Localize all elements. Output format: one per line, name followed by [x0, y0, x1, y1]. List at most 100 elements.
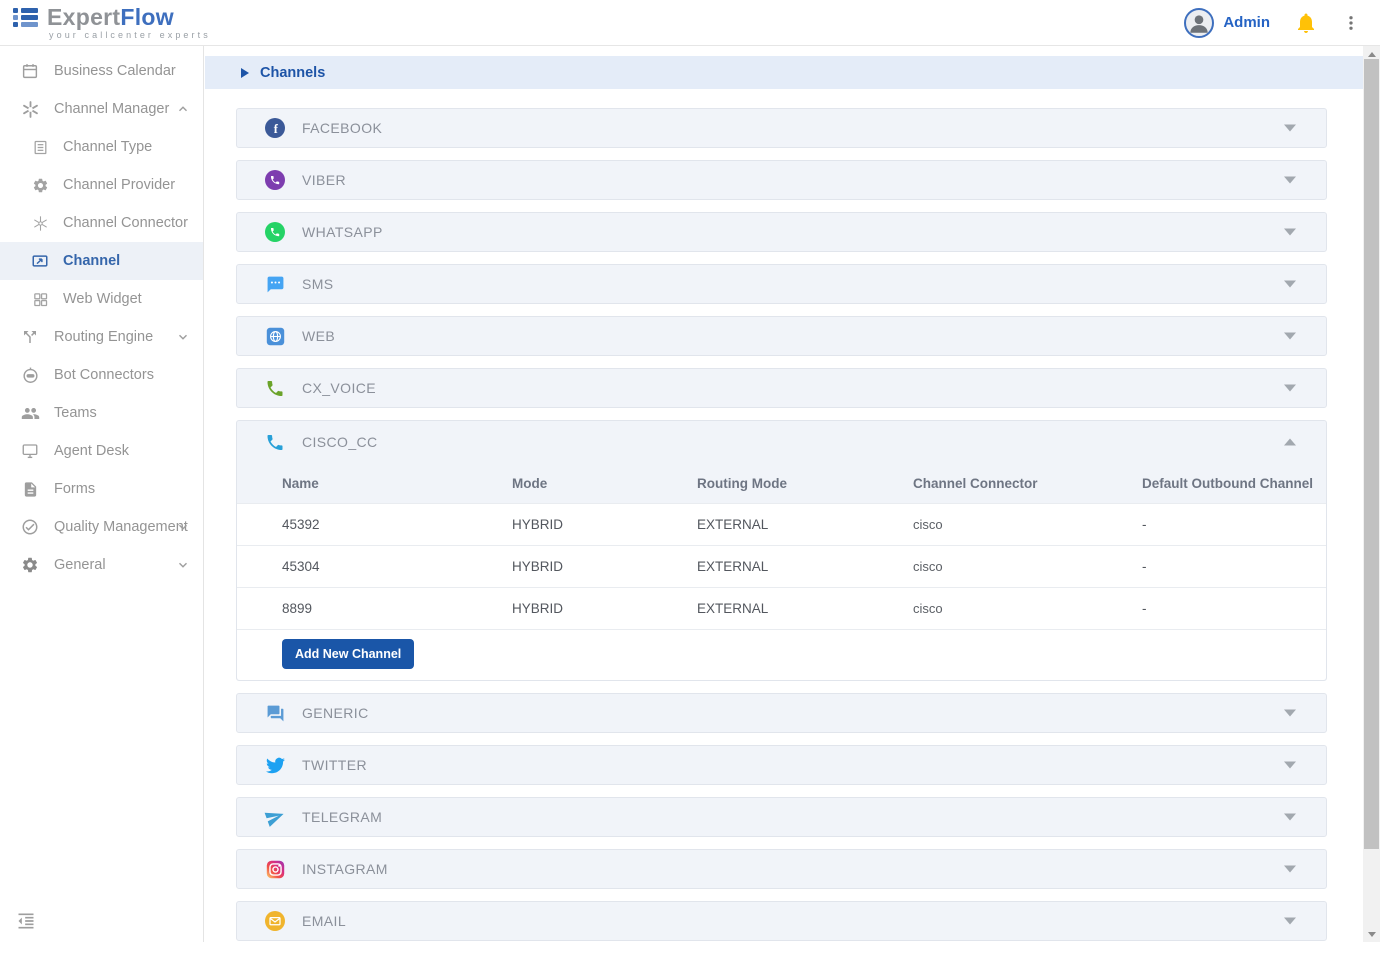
monitor-icon — [20, 441, 40, 461]
sidebar-item-teams[interactable]: Teams — [0, 394, 203, 432]
channel-panel-telegram-header[interactable]: TELEGRAM — [237, 798, 1326, 836]
sidebar-item-channel-type[interactable]: Channel Type — [0, 128, 203, 166]
channel-panel-whatsapp: WHATSAPP — [236, 212, 1327, 252]
sidebar-item-label: Teams — [54, 405, 97, 421]
channel-panel-email-header[interactable]: EMAIL — [237, 902, 1326, 940]
table-row[interactable]: 45392 HYBRID EXTERNAL cisco - — [237, 503, 1326, 545]
sidebar-item-label: Channel Manager — [54, 101, 169, 117]
chevron-down-icon[interactable] — [1284, 866, 1296, 873]
channel-panel-web-header[interactable]: WEB — [237, 317, 1326, 355]
kebab-menu-icon[interactable] — [1342, 13, 1360, 33]
chevron-down-icon[interactable] — [1284, 125, 1296, 132]
channel-panel-cisco-cc-header[interactable]: CISCO_CC — [237, 421, 1326, 463]
sidebar-item-general[interactable]: General — [0, 546, 203, 584]
channel-panel-sms: SMS — [236, 264, 1327, 304]
chevron-down-icon[interactable] — [176, 330, 190, 344]
chat-bubbles-icon — [265, 703, 285, 723]
web-globe-icon — [265, 326, 285, 346]
cell-name: 45304 — [282, 559, 512, 574]
main-content: Channels f FACEBOOK VIBER — [205, 46, 1363, 953]
vertical-scrollbar[interactable] — [1363, 46, 1380, 942]
channel-panel-cx-voice-header[interactable]: CX_VOICE — [237, 369, 1326, 407]
sidebar-item-business-calendar[interactable]: Business Calendar — [0, 52, 203, 90]
channel-manager-icon — [20, 99, 40, 119]
sidebar-item-channel-connector[interactable]: Channel Connector — [0, 204, 203, 242]
sidebar-item-channel[interactable]: Channel — [0, 242, 203, 280]
table-row[interactable]: 8899 HYBRID EXTERNAL cisco - — [237, 587, 1326, 629]
add-new-channel-button[interactable]: Add New Channel — [282, 639, 414, 669]
cell-name: 45392 — [282, 517, 512, 532]
brand-name: ExpertFlow — [47, 5, 211, 29]
channel-panel-facebook-header[interactable]: f FACEBOOK — [237, 109, 1326, 147]
cell-routing-mode: EXTERNAL — [697, 559, 913, 574]
sidebar-item-channel-manager[interactable]: Channel Manager — [0, 90, 203, 128]
notifications-bell-icon[interactable] — [1294, 11, 1318, 35]
people-icon — [20, 403, 40, 423]
cell-channel-connector: cisco — [913, 517, 1142, 532]
chevron-down-icon[interactable] — [1284, 385, 1296, 392]
sidebar-item-label: Forms — [54, 481, 95, 497]
expertflow-logo: ExpertFlow your callcenter experts — [12, 5, 211, 40]
channel-panel-generic-header[interactable]: GENERIC — [237, 694, 1326, 732]
channel-panel-label: INSTAGRAM — [302, 861, 388, 877]
section-arrow-icon — [241, 68, 249, 78]
channel-panel-label: WEB — [302, 328, 335, 344]
chevron-down-icon[interactable] — [1284, 814, 1296, 821]
channel-panel-viber-header[interactable]: VIBER — [237, 161, 1326, 199]
chevron-down-icon[interactable] — [1284, 333, 1296, 340]
sidebar-item-label: Business Calendar — [54, 63, 176, 79]
chevron-down-icon[interactable] — [176, 520, 190, 534]
sidebar-item-label: Bot Connectors — [54, 367, 154, 383]
sidebar-item-quality-management[interactable]: Quality Management — [0, 508, 203, 546]
channel-panel-whatsapp-header[interactable]: WHATSAPP — [237, 213, 1326, 251]
table-row[interactable]: 45304 HYBRID EXTERNAL cisco - — [237, 545, 1326, 587]
chevron-up-icon[interactable] — [1284, 439, 1296, 446]
sidebar-item-agent-desk[interactable]: Agent Desk — [0, 432, 203, 470]
gear-icon — [20, 555, 40, 575]
widgets-icon — [30, 289, 50, 309]
channel-panel-label: CISCO_CC — [302, 434, 378, 450]
route-split-icon — [20, 327, 40, 347]
chevron-down-icon[interactable] — [1284, 762, 1296, 769]
calendar-icon — [20, 61, 40, 81]
column-header-routing-mode: Routing Mode — [697, 476, 913, 491]
scrollbar-thumb[interactable] — [1364, 59, 1379, 849]
scroll-down-arrow-icon[interactable] — [1363, 926, 1380, 942]
sidebar-item-routing-engine[interactable]: Routing Engine — [0, 318, 203, 356]
whatsapp-icon — [265, 222, 285, 242]
email-icon — [265, 911, 285, 931]
chevron-down-icon[interactable] — [1284, 918, 1296, 925]
chevron-down-icon[interactable] — [176, 558, 190, 572]
channel-panel-twitter-header[interactable]: TWITTER — [237, 746, 1326, 784]
sidebar-item-forms[interactable]: Forms — [0, 470, 203, 508]
sidebar-item-bot-connectors[interactable]: Bot Connectors — [0, 356, 203, 394]
cell-default-outbound-channel: - — [1142, 517, 1326, 532]
column-header-mode: Mode — [512, 476, 697, 491]
sidebar-item-web-widget[interactable]: Web Widget — [0, 280, 203, 318]
channel-panel-label: TWITTER — [302, 757, 367, 773]
chevron-down-icon[interactable] — [1284, 281, 1296, 288]
instagram-icon — [265, 859, 285, 879]
user-menu[interactable]: Admin — [1184, 8, 1270, 38]
top-header: ExpertFlow your callcenter experts Admin — [0, 0, 1380, 46]
channel-panel-generic: GENERIC — [236, 693, 1327, 733]
channels-title-bar: Channels — [205, 56, 1363, 89]
sidebar-item-label: Channel Type — [63, 139, 152, 155]
chevron-down-icon[interactable] — [1284, 710, 1296, 717]
cell-name: 8899 — [282, 601, 512, 616]
channel-panel-label: EMAIL — [302, 913, 346, 929]
chevron-up-icon[interactable] — [176, 102, 190, 116]
chevron-down-icon[interactable] — [1284, 177, 1296, 184]
channel-panel-sms-header[interactable]: SMS — [237, 265, 1326, 303]
sidebar-item-channel-provider[interactable]: Channel Provider — [0, 166, 203, 204]
channel-panel-facebook: f FACEBOOK — [236, 108, 1327, 148]
collapse-sidebar-icon[interactable] — [16, 911, 36, 934]
channel-panel-instagram-header[interactable]: INSTAGRAM — [237, 850, 1326, 888]
avatar — [1184, 8, 1214, 38]
table-footer: Add New Channel — [237, 629, 1326, 680]
cell-channel-connector: cisco — [913, 559, 1142, 574]
channel-panel-label: TELEGRAM — [302, 809, 382, 825]
sidebar: Business Calendar Channel Manager Channe… — [0, 46, 204, 942]
sidebar-item-label: General — [54, 557, 106, 573]
chevron-down-icon[interactable] — [1284, 229, 1296, 236]
